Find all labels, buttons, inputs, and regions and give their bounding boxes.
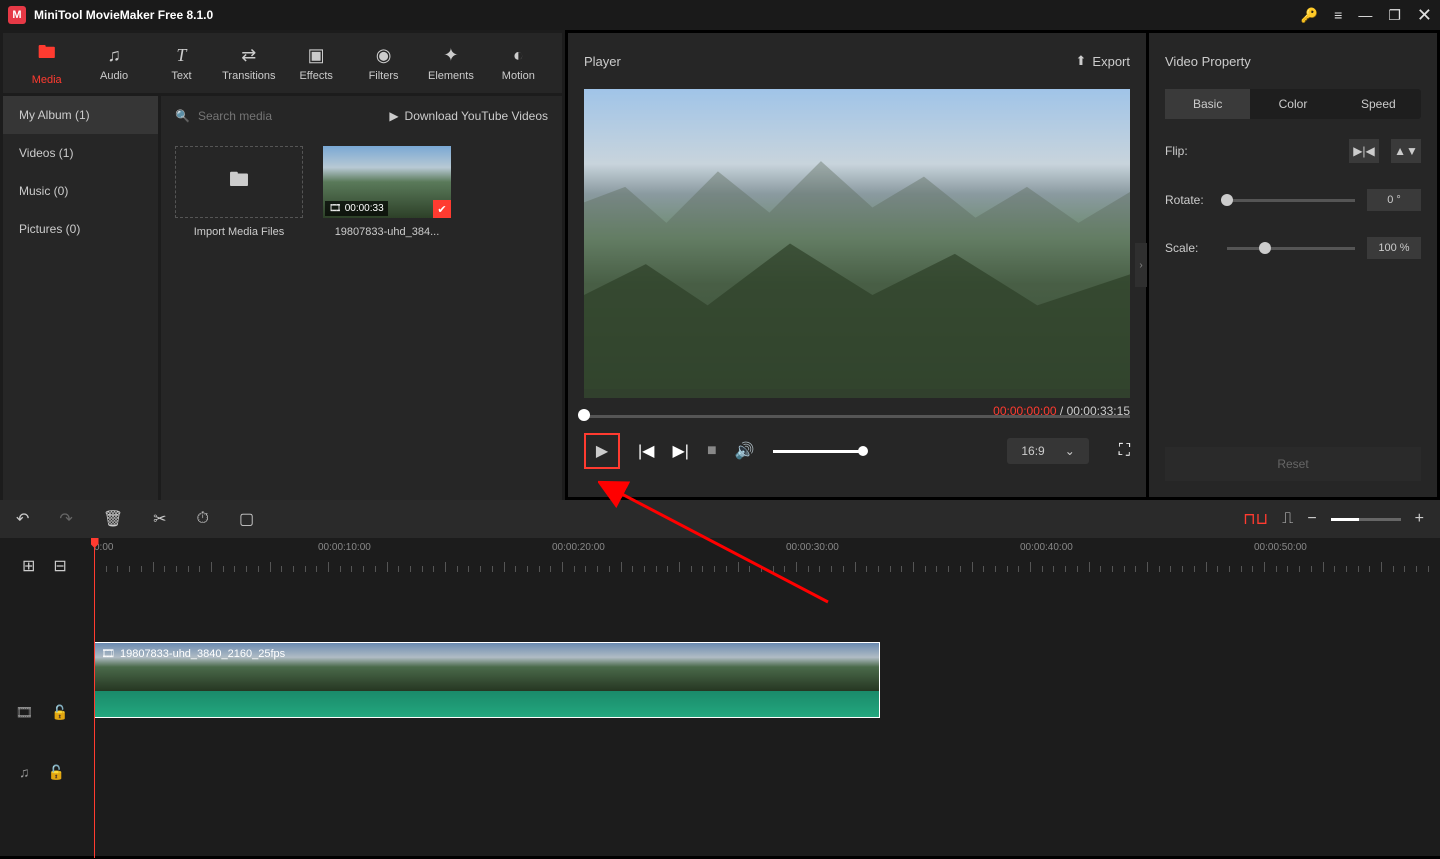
redo-button[interactable]: ↷ (59, 509, 72, 529)
search-icon: 🔍 (175, 109, 190, 123)
tab-audio[interactable]: ♫Audio (80, 36, 147, 90)
flip-vertical-button[interactable]: ▲▼ (1391, 139, 1421, 163)
prop-tab-speed[interactable]: Speed (1336, 89, 1421, 119)
minimize-icon[interactable]: — (1358, 7, 1372, 23)
close-icon[interactable]: ✕ (1417, 5, 1432, 26)
media-clip-tile[interactable]: 🎞00:00:33 ✔ 19807833-uhd_384... (323, 146, 451, 238)
crop-button[interactable]: ▢ (239, 509, 254, 529)
player-panel: Player ⬆ Export 00:00:00:00 / 00:00:33:1… (568, 33, 1146, 497)
sidebar-item-videos[interactable]: Videos (1) (3, 134, 158, 172)
tab-media[interactable]: 🖿Media (13, 36, 80, 90)
chevron-down-icon: ⌄ (1065, 444, 1075, 458)
aspect-ratio-select[interactable]: 16:9 ⌄ (1007, 438, 1088, 464)
time-current: 00:00:00:00 (993, 404, 1056, 418)
snap-button[interactable]: ⊓⊔ (1243, 509, 1268, 529)
sidebar-item-myalbum[interactable]: My Album (1) (3, 96, 158, 134)
time-total: / 00:00:33:15 (1060, 404, 1130, 418)
scale-label: Scale: (1165, 241, 1215, 255)
transitions-icon: ⇄ (241, 45, 256, 66)
play-icon: ▶ (596, 441, 608, 461)
stop-button[interactable]: ■ (707, 442, 717, 460)
rotate-slider[interactable] (1227, 199, 1355, 202)
video-property-title: Video Property (1149, 33, 1437, 89)
zoom-in-button[interactable]: + (1415, 510, 1424, 528)
download-youtube-link[interactable]: ▶ Download YouTube Videos (389, 109, 548, 123)
play-button[interactable]: ▶ (584, 433, 620, 469)
delete-button[interactable]: 🗑 (103, 509, 123, 529)
add-track-button[interactable]: ⊞ (22, 556, 35, 576)
youtube-icon: ▶ (389, 109, 398, 123)
app-icon: M (8, 6, 26, 24)
film-icon: 🎞 (329, 203, 342, 214)
flip-label: Flip: (1165, 144, 1215, 158)
player-preview (584, 89, 1130, 389)
tab-motion[interactable]: ◐Motion (485, 36, 552, 90)
sidebar-item-music[interactable]: Music (0) (3, 172, 158, 210)
elements-icon: ✦ (443, 45, 458, 66)
music-note-icon: ♫ (107, 45, 121, 66)
menu-icon[interactable]: ≡ (1334, 7, 1342, 23)
text-icon: T (176, 45, 186, 66)
check-icon: ✔ (433, 200, 451, 218)
folder-icon: 🖿 (38, 40, 56, 70)
maximize-icon[interactable]: ❐ (1388, 7, 1401, 24)
collapse-right-handle[interactable]: › (1135, 243, 1147, 287)
filters-icon: ◉ (376, 45, 392, 66)
prop-tab-color[interactable]: Color (1250, 89, 1335, 119)
volume-icon[interactable]: 🔊 (735, 441, 755, 461)
tab-filters[interactable]: ◉Filters (350, 36, 417, 90)
search-input[interactable] (198, 109, 338, 123)
folder-icon: 🖿 (229, 165, 249, 199)
undo-button[interactable]: ↶ (16, 509, 29, 529)
media-content: 🔍 ▶ Download YouTube Videos 🖿 Import Med… (161, 96, 562, 500)
lock-icon[interactable]: 🔓 (51, 704, 68, 721)
motion-icon: ◐ (513, 45, 524, 66)
tab-elements[interactable]: ✦Elements (417, 36, 484, 90)
speed-button[interactable]: ⏱ (197, 510, 209, 528)
cut-button[interactable]: ✂ (153, 509, 166, 529)
import-media-tile[interactable]: 🖿 Import Media Files (175, 146, 303, 238)
tab-text[interactable]: TText (148, 36, 215, 90)
marker-button[interactable]: ⎍ (1282, 510, 1293, 528)
sidebar-item-pictures[interactable]: Pictures (0) (3, 210, 158, 248)
reset-button[interactable]: Reset (1165, 447, 1421, 481)
effects-icon: ▣ (308, 45, 325, 66)
prop-tab-basic[interactable]: Basic (1165, 89, 1250, 119)
video-track-icon[interactable]: 🎞 (15, 704, 33, 721)
scale-value[interactable]: 100 % (1367, 237, 1421, 259)
flip-horizontal-button[interactable]: ▶|◀ (1349, 139, 1379, 163)
fullscreen-button[interactable]: ⛶ (1119, 442, 1130, 460)
timeline-clip[interactable]: 🎞19807833-uhd_3840_2160_25fps (94, 642, 880, 718)
player-title: Player (584, 54, 621, 69)
audio-track-icon[interactable]: ♫ (19, 764, 30, 780)
media-sidebar: My Album (1) Videos (1) Music (0) Pictur… (3, 96, 158, 500)
rotate-value[interactable]: 0 ° (1367, 189, 1421, 211)
main-tabs: 🖿Media ♫Audio TText ⇄Transitions ▣Effect… (3, 33, 562, 93)
export-icon: ⬆ (1076, 53, 1087, 69)
prev-frame-button[interactable]: |◀ (638, 441, 654, 461)
player-progress[interactable]: 00:00:00:00 / 00:00:33:15 (584, 407, 1130, 423)
volume-slider[interactable] (773, 450, 863, 453)
timeline: ↶ ↷ 🗑 ✂ ⏱ ▢ ⊓⊔ ⎍ − + ⊞ ⊟ 0:00 00:00:10:0… (0, 500, 1440, 856)
collapse-tracks-button[interactable]: ⊟ (53, 556, 66, 576)
key-icon[interactable]: 🔑 (1301, 7, 1318, 24)
playhead[interactable] (94, 538, 95, 858)
export-button[interactable]: ⬆ Export (1076, 53, 1130, 69)
zoom-out-button[interactable]: − (1307, 510, 1316, 528)
tab-effects[interactable]: ▣Effects (283, 36, 350, 90)
zoom-slider[interactable] (1331, 518, 1401, 521)
rotate-label: Rotate: (1165, 193, 1215, 207)
video-property-panel: Video Property Basic Color Speed Flip: ▶… (1149, 33, 1437, 497)
film-icon: 🎞 (101, 647, 115, 660)
scale-slider[interactable] (1227, 247, 1355, 250)
titlebar: M MiniTool MovieMaker Free 8.1.0 🔑 ≡ — ❐… (0, 0, 1440, 30)
timeline-ruler[interactable]: 0:00 00:00:10:00 00:00:20:00 00:00:30:00… (84, 538, 1440, 578)
next-frame-button[interactable]: ▶| (672, 441, 688, 461)
app-title: MiniTool MovieMaker Free 8.1.0 (34, 8, 213, 22)
lock-icon[interactable]: 🔓 (48, 764, 65, 781)
tab-transitions[interactable]: ⇄Transitions (215, 36, 282, 90)
left-panel: 🖿Media ♫Audio TText ⇄Transitions ▣Effect… (0, 30, 565, 500)
